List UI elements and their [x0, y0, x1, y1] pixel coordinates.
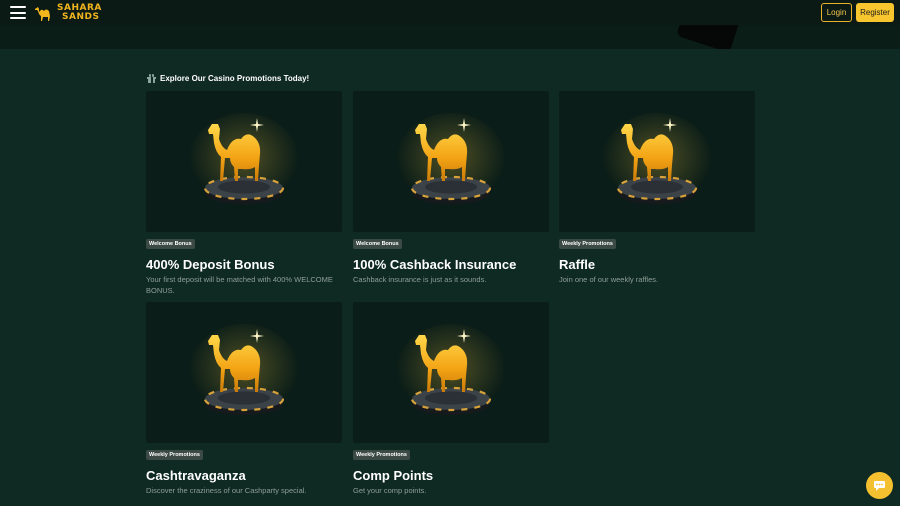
- promo-badge: Welcome Bonus: [353, 239, 402, 249]
- brand-line2: SANDS: [62, 12, 100, 22]
- promo-image[interactable]: [146, 302, 342, 443]
- promo-title[interactable]: Raffle: [559, 257, 755, 273]
- chat-bubble-icon: [874, 480, 885, 491]
- promo-card[interactable]: Welcome Bonus 100% Cashback Insurance Ca…: [353, 91, 549, 285]
- promo-description: Cashback insurance is just as it sounds.: [353, 275, 487, 284]
- brand-name: SAHARA SANDS: [57, 4, 102, 22]
- hero-banner-strip: [0, 25, 900, 49]
- hero-decoration: [676, 25, 740, 49]
- promo-title[interactable]: 100% Cashback Insurance: [353, 257, 549, 273]
- promo-image[interactable]: [559, 91, 755, 232]
- golden-camel-on-chip-icon: [396, 324, 506, 420]
- golden-camel-on-chip-icon: [189, 113, 299, 209]
- promo-card[interactable]: Weekly Promotions Comp Points Get your c…: [353, 302, 549, 496]
- promo-description: Discover the craziness of our Cashparty …: [146, 486, 307, 495]
- promo-title[interactable]: Comp Points: [353, 468, 549, 484]
- promo-card[interactable]: Welcome Bonus 400% Deposit Bonus Your fi…: [146, 91, 342, 296]
- gift-icon: [147, 73, 156, 83]
- brand-logo[interactable]: SAHARA SANDS: [33, 2, 102, 24]
- promo-badge: Weekly Promotions: [353, 450, 410, 460]
- section-heading: Explore Our Casino Promotions Today!: [147, 72, 309, 84]
- promo-title[interactable]: Cashtravaganza: [146, 468, 342, 484]
- section-title: Explore Our Casino Promotions Today!: [160, 73, 310, 83]
- promo-card[interactable]: Weekly Promotions Cashtravaganza Discove…: [146, 302, 342, 496]
- login-button[interactable]: Login: [821, 3, 852, 22]
- promo-image[interactable]: [146, 91, 342, 232]
- promo-description: Get your comp points.: [353, 486, 427, 495]
- promo-badge: Welcome Bonus: [146, 239, 195, 249]
- promo-card[interactable]: Weekly Promotions Raffle Join one of our…: [559, 91, 755, 285]
- promo-badge: Weekly Promotions: [146, 450, 203, 460]
- promo-image[interactable]: [353, 302, 549, 443]
- register-button[interactable]: Register: [856, 3, 894, 22]
- golden-camel-on-chip-icon: [602, 113, 712, 209]
- camel-logo-icon: [35, 7, 50, 21]
- golden-camel-on-chip-icon: [189, 324, 299, 420]
- promo-image[interactable]: [353, 91, 549, 232]
- top-navigation-bar: SAHARA SANDS Login Register: [0, 0, 900, 25]
- promo-badge: Weekly Promotions: [559, 239, 616, 249]
- hamburger-menu-icon[interactable]: [10, 6, 26, 19]
- golden-camel-on-chip-icon: [396, 113, 506, 209]
- promo-description: Your first deposit will be matched with …: [146, 275, 333, 295]
- promo-title[interactable]: 400% Deposit Bonus: [146, 257, 342, 273]
- promo-description: Join one of our weekly raffles.: [559, 275, 659, 284]
- chat-button[interactable]: [866, 472, 893, 499]
